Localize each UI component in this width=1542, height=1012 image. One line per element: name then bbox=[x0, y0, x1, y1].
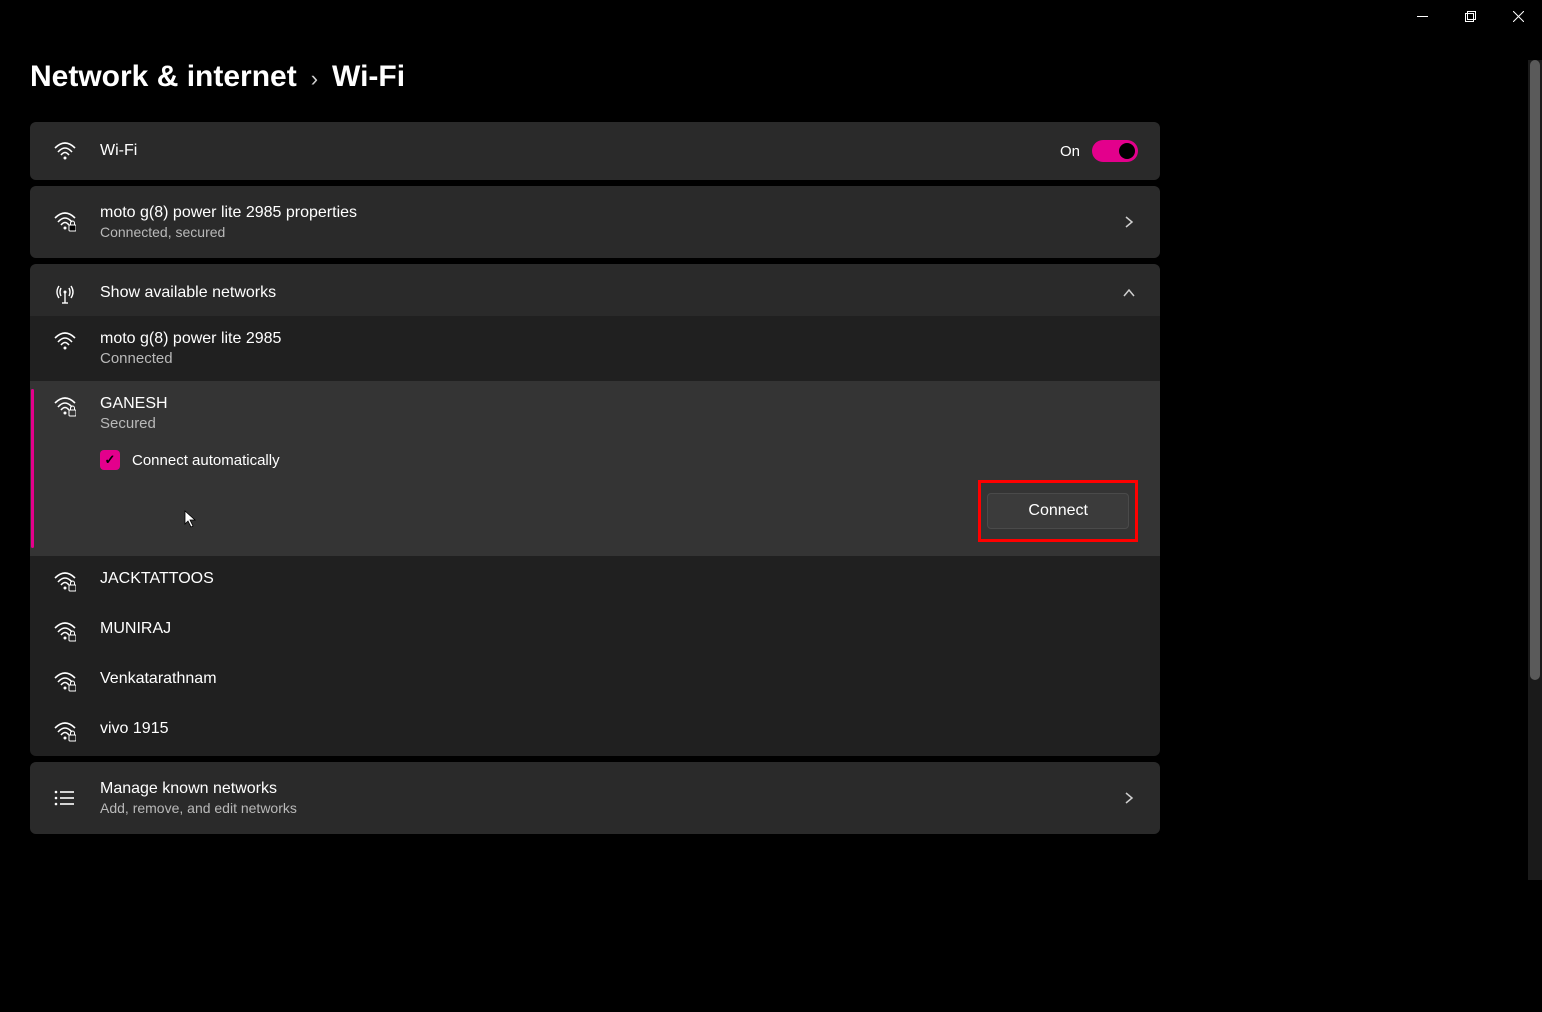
network-name: GANESH bbox=[100, 395, 1138, 413]
network-status: Secured bbox=[100, 415, 1138, 432]
available-networks-list: moto g(8) power lite 2985 Connected GANE… bbox=[30, 316, 1160, 756]
breadcrumb: Network & internet › Wi-Fi bbox=[30, 60, 1160, 94]
chevron-right-icon: › bbox=[311, 66, 318, 92]
chevron-up-icon bbox=[1120, 284, 1138, 302]
checkmark-icon: ✓ bbox=[105, 452, 116, 468]
manage-networks-subtitle: Add, remove, and edit networks bbox=[100, 800, 1098, 816]
network-name: JACKTATTOOS bbox=[100, 570, 1138, 588]
wifi-secured-icon bbox=[52, 212, 78, 232]
wifi-secured-icon bbox=[52, 722, 78, 742]
network-item-selected[interactable]: GANESH Secured ✓ Connect automatically C… bbox=[30, 381, 1160, 556]
network-name: vivo 1915 bbox=[100, 720, 1138, 738]
network-item[interactable]: vivo 1915 bbox=[30, 706, 1160, 756]
breadcrumb-parent[interactable]: Network & internet bbox=[30, 60, 297, 94]
scrollbar-thumb[interactable] bbox=[1530, 60, 1540, 680]
tutorial-highlight-box: Connect bbox=[978, 480, 1138, 542]
cursor-icon bbox=[184, 510, 198, 528]
toggle-switch[interactable] bbox=[1092, 140, 1138, 162]
connected-network-subtitle: Connected, secured bbox=[100, 224, 1098, 240]
connected-network-panel[interactable]: moto g(8) power lite 2985 properties Con… bbox=[30, 186, 1160, 258]
wifi-icon bbox=[52, 332, 78, 350]
wifi-secured-icon bbox=[52, 622, 78, 642]
manage-networks-title: Manage known networks bbox=[100, 780, 1098, 798]
network-item[interactable]: moto g(8) power lite 2985 Connected bbox=[30, 316, 1160, 381]
network-name: Venkatarathnam bbox=[100, 670, 1138, 688]
maximize-button[interactable] bbox=[1446, 0, 1494, 32]
network-item[interactable]: MUNIRAJ bbox=[30, 606, 1160, 656]
network-name: moto g(8) power lite 2985 bbox=[100, 330, 1138, 348]
manage-known-networks-panel[interactable]: Manage known networks Add, remove, and e… bbox=[30, 762, 1160, 834]
network-item[interactable]: JACKTATTOOS bbox=[30, 556, 1160, 606]
wifi-toggle-state-label: On bbox=[1060, 143, 1080, 160]
minimize-button[interactable] bbox=[1398, 0, 1446, 32]
list-icon bbox=[52, 789, 78, 807]
wifi-icon bbox=[52, 142, 78, 160]
vertical-scrollbar[interactable] bbox=[1528, 60, 1542, 880]
auto-connect-label: Connect automatically bbox=[132, 452, 280, 469]
connected-network-title: moto g(8) power lite 2985 properties bbox=[100, 204, 1098, 222]
wifi-secured-icon bbox=[52, 672, 78, 692]
wifi-toggle-panel: Wi-Fi On bbox=[30, 122, 1160, 180]
close-button[interactable] bbox=[1494, 0, 1542, 32]
window-controls bbox=[1398, 0, 1542, 32]
page-title: Wi-Fi bbox=[332, 60, 405, 94]
wifi-label: Wi-Fi bbox=[100, 142, 1038, 160]
connect-button[interactable]: Connect bbox=[987, 493, 1129, 529]
auto-connect-checkbox[interactable]: ✓ bbox=[100, 450, 120, 470]
antenna-icon bbox=[52, 282, 78, 304]
available-networks-header[interactable]: Show available networks bbox=[30, 264, 1160, 322]
available-networks-label: Show available networks bbox=[100, 284, 1098, 302]
network-name: MUNIRAJ bbox=[100, 620, 1138, 638]
network-item[interactable]: Venkatarathnam bbox=[30, 656, 1160, 706]
wifi-secured-icon bbox=[52, 397, 78, 417]
network-status: Connected bbox=[100, 350, 1138, 367]
chevron-right-icon bbox=[1120, 789, 1138, 807]
selection-indicator bbox=[31, 389, 34, 548]
wifi-secured-icon bbox=[52, 572, 78, 592]
chevron-right-icon bbox=[1120, 213, 1138, 231]
wifi-toggle[interactable]: On bbox=[1060, 140, 1138, 162]
